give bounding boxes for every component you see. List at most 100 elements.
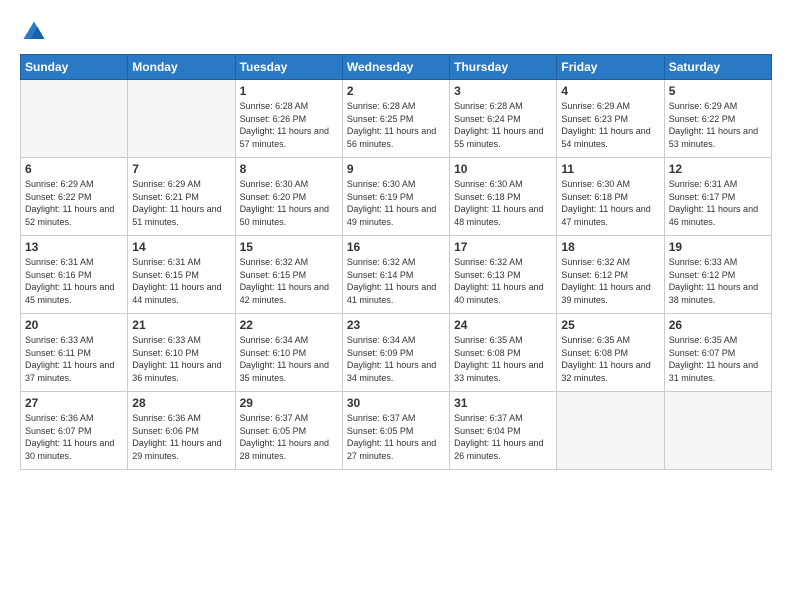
cell-sunset: Sunset: 6:13 PM	[454, 270, 521, 280]
cell-daylight: Daylight: 11 hours and 34 minutes.	[347, 360, 436, 383]
cell-daylight: Daylight: 11 hours and 48 minutes.	[454, 204, 543, 227]
cell-sunset: Sunset: 6:17 PM	[669, 192, 736, 202]
cell-daylight: Daylight: 11 hours and 44 minutes.	[132, 282, 221, 305]
cell-sunset: Sunset: 6:20 PM	[240, 192, 307, 202]
cell-sunset: Sunset: 6:14 PM	[347, 270, 414, 280]
calendar-week-row: 13 Sunrise: 6:31 AM Sunset: 6:16 PM Dayl…	[21, 236, 772, 314]
calendar-week-row: 27 Sunrise: 6:36 AM Sunset: 6:07 PM Dayl…	[21, 392, 772, 470]
weekday-header-row: SundayMondayTuesdayWednesdayThursdayFrid…	[21, 55, 772, 80]
day-number: 19	[669, 240, 767, 254]
cell-sunset: Sunset: 6:08 PM	[454, 348, 521, 358]
cell-sunrise: Sunrise: 6:37 AM	[454, 413, 523, 423]
day-number: 24	[454, 318, 552, 332]
calendar-cell	[128, 80, 235, 158]
calendar-week-row: 1 Sunrise: 6:28 AM Sunset: 6:26 PM Dayli…	[21, 80, 772, 158]
calendar-cell: 13 Sunrise: 6:31 AM Sunset: 6:16 PM Dayl…	[21, 236, 128, 314]
weekday-header: Friday	[557, 55, 664, 80]
cell-daylight: Daylight: 11 hours and 37 minutes.	[25, 360, 114, 383]
cell-sunset: Sunset: 6:12 PM	[561, 270, 628, 280]
calendar-cell: 31 Sunrise: 6:37 AM Sunset: 6:04 PM Dayl…	[450, 392, 557, 470]
cell-daylight: Daylight: 11 hours and 26 minutes.	[454, 438, 543, 461]
weekday-header: Saturday	[664, 55, 771, 80]
cell-daylight: Daylight: 11 hours and 56 minutes.	[347, 126, 436, 149]
cell-daylight: Daylight: 11 hours and 33 minutes.	[454, 360, 543, 383]
calendar-cell: 29 Sunrise: 6:37 AM Sunset: 6:05 PM Dayl…	[235, 392, 342, 470]
day-number: 25	[561, 318, 659, 332]
calendar-cell: 16 Sunrise: 6:32 AM Sunset: 6:14 PM Dayl…	[342, 236, 449, 314]
cell-sunset: Sunset: 6:22 PM	[669, 114, 736, 124]
cell-daylight: Daylight: 11 hours and 35 minutes.	[240, 360, 329, 383]
cell-daylight: Daylight: 11 hours and 47 minutes.	[561, 204, 650, 227]
cell-sunrise: Sunrise: 6:30 AM	[561, 179, 630, 189]
cell-sunset: Sunset: 6:10 PM	[240, 348, 307, 358]
calendar-cell: 28 Sunrise: 6:36 AM Sunset: 6:06 PM Dayl…	[128, 392, 235, 470]
cell-sunset: Sunset: 6:26 PM	[240, 114, 307, 124]
weekday-header: Sunday	[21, 55, 128, 80]
day-number: 2	[347, 84, 445, 98]
day-number: 20	[25, 318, 123, 332]
cell-sunrise: Sunrise: 6:28 AM	[347, 101, 416, 111]
cell-sunrise: Sunrise: 6:37 AM	[240, 413, 309, 423]
cell-sunset: Sunset: 6:18 PM	[454, 192, 521, 202]
cell-sunrise: Sunrise: 6:36 AM	[25, 413, 94, 423]
cell-daylight: Daylight: 11 hours and 38 minutes.	[669, 282, 758, 305]
cell-sunset: Sunset: 6:07 PM	[25, 426, 92, 436]
calendar-cell: 2 Sunrise: 6:28 AM Sunset: 6:25 PM Dayli…	[342, 80, 449, 158]
weekday-header: Monday	[128, 55, 235, 80]
cell-sunrise: Sunrise: 6:31 AM	[132, 257, 201, 267]
cell-sunrise: Sunrise: 6:32 AM	[347, 257, 416, 267]
cell-sunrise: Sunrise: 6:33 AM	[669, 257, 738, 267]
calendar-cell: 24 Sunrise: 6:35 AM Sunset: 6:08 PM Dayl…	[450, 314, 557, 392]
cell-sunrise: Sunrise: 6:35 AM	[669, 335, 738, 345]
calendar-cell: 18 Sunrise: 6:32 AM Sunset: 6:12 PM Dayl…	[557, 236, 664, 314]
cell-sunrise: Sunrise: 6:30 AM	[454, 179, 523, 189]
cell-daylight: Daylight: 11 hours and 51 minutes.	[132, 204, 221, 227]
cell-sunrise: Sunrise: 6:31 AM	[669, 179, 738, 189]
cell-sunset: Sunset: 6:25 PM	[347, 114, 414, 124]
cell-sunrise: Sunrise: 6:35 AM	[454, 335, 523, 345]
cell-daylight: Daylight: 11 hours and 54 minutes.	[561, 126, 650, 149]
cell-sunset: Sunset: 6:09 PM	[347, 348, 414, 358]
calendar-cell: 26 Sunrise: 6:35 AM Sunset: 6:07 PM Dayl…	[664, 314, 771, 392]
cell-daylight: Daylight: 11 hours and 28 minutes.	[240, 438, 329, 461]
cell-sunrise: Sunrise: 6:35 AM	[561, 335, 630, 345]
day-number: 10	[454, 162, 552, 176]
day-number: 5	[669, 84, 767, 98]
calendar-cell	[557, 392, 664, 470]
cell-sunset: Sunset: 6:05 PM	[240, 426, 307, 436]
calendar-cell: 4 Sunrise: 6:29 AM Sunset: 6:23 PM Dayli…	[557, 80, 664, 158]
calendar-cell: 3 Sunrise: 6:28 AM Sunset: 6:24 PM Dayli…	[450, 80, 557, 158]
calendar-cell: 11 Sunrise: 6:30 AM Sunset: 6:18 PM Dayl…	[557, 158, 664, 236]
cell-daylight: Daylight: 11 hours and 55 minutes.	[454, 126, 543, 149]
cell-sunset: Sunset: 6:10 PM	[132, 348, 199, 358]
cell-sunrise: Sunrise: 6:34 AM	[347, 335, 416, 345]
day-number: 6	[25, 162, 123, 176]
calendar-cell: 10 Sunrise: 6:30 AM Sunset: 6:18 PM Dayl…	[450, 158, 557, 236]
day-number: 14	[132, 240, 230, 254]
cell-daylight: Daylight: 11 hours and 30 minutes.	[25, 438, 114, 461]
cell-sunset: Sunset: 6:21 PM	[132, 192, 199, 202]
calendar-cell: 21 Sunrise: 6:33 AM Sunset: 6:10 PM Dayl…	[128, 314, 235, 392]
day-number: 23	[347, 318, 445, 332]
calendar-cell: 17 Sunrise: 6:32 AM Sunset: 6:13 PM Dayl…	[450, 236, 557, 314]
calendar-cell: 27 Sunrise: 6:36 AM Sunset: 6:07 PM Dayl…	[21, 392, 128, 470]
cell-sunrise: Sunrise: 6:29 AM	[132, 179, 201, 189]
cell-daylight: Daylight: 11 hours and 41 minutes.	[347, 282, 436, 305]
cell-sunset: Sunset: 6:22 PM	[25, 192, 92, 202]
cell-sunrise: Sunrise: 6:34 AM	[240, 335, 309, 345]
calendar-cell: 22 Sunrise: 6:34 AM Sunset: 6:10 PM Dayl…	[235, 314, 342, 392]
cell-sunset: Sunset: 6:08 PM	[561, 348, 628, 358]
day-number: 29	[240, 396, 338, 410]
cell-sunrise: Sunrise: 6:28 AM	[240, 101, 309, 111]
cell-sunrise: Sunrise: 6:36 AM	[132, 413, 201, 423]
cell-daylight: Daylight: 11 hours and 46 minutes.	[669, 204, 758, 227]
calendar-cell: 9 Sunrise: 6:30 AM Sunset: 6:19 PM Dayli…	[342, 158, 449, 236]
calendar-week-row: 6 Sunrise: 6:29 AM Sunset: 6:22 PM Dayli…	[21, 158, 772, 236]
cell-daylight: Daylight: 11 hours and 39 minutes.	[561, 282, 650, 305]
day-number: 21	[132, 318, 230, 332]
cell-sunrise: Sunrise: 6:32 AM	[454, 257, 523, 267]
cell-sunset: Sunset: 6:24 PM	[454, 114, 521, 124]
day-number: 1	[240, 84, 338, 98]
day-number: 7	[132, 162, 230, 176]
weekday-header: Thursday	[450, 55, 557, 80]
